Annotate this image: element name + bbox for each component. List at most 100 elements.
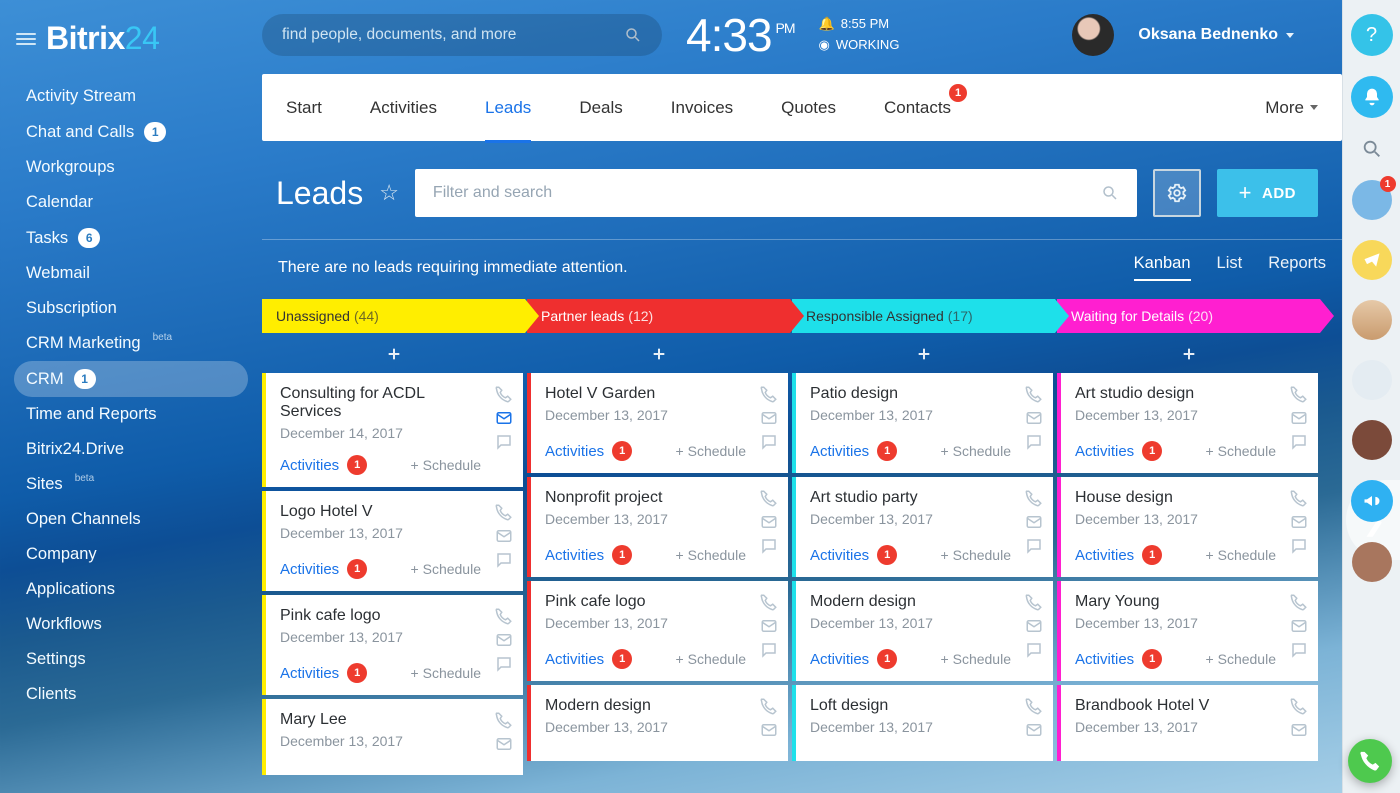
search-icon[interactable]	[1101, 184, 1119, 202]
kanban-card[interactable]: Consulting for ACDL ServicesDecember 14,…	[262, 373, 523, 487]
kanban-card[interactable]: Modern designDecember 13, 2017	[527, 685, 788, 761]
activities-link[interactable]: Activities1	[545, 441, 632, 461]
sidebar-item-time-and-reports[interactable]: Time and Reports	[14, 397, 248, 432]
global-search[interactable]	[262, 14, 662, 56]
search-icon[interactable]	[624, 26, 642, 44]
hamburger-icon[interactable]	[16, 33, 36, 45]
add-lead-button[interactable]: + ADD	[1217, 169, 1318, 217]
dock-contact-3[interactable]	[1352, 300, 1392, 340]
phone-icon[interactable]	[495, 385, 513, 403]
tab-start[interactable]: Start	[286, 76, 322, 140]
kanban-column-header[interactable]: Partner leads (12)	[527, 299, 790, 333]
activities-link[interactable]: Activities1	[1075, 545, 1162, 565]
phone-icon[interactable]	[760, 385, 778, 403]
activities-link[interactable]: Activities1	[810, 545, 897, 565]
sidebar-item-clients[interactable]: Clients	[14, 677, 248, 712]
dock-contact-4[interactable]	[1352, 360, 1392, 400]
sidebar-item-workgroups[interactable]: Workgroups	[14, 150, 248, 185]
schedule-link[interactable]: + Schedule	[676, 547, 746, 563]
filter-input[interactable]	[433, 184, 1101, 202]
schedule-link[interactable]: + Schedule	[1206, 651, 1276, 667]
mail-icon[interactable]	[760, 513, 778, 531]
view-reports[interactable]: Reports	[1268, 254, 1326, 281]
tab-invoices[interactable]: Invoices	[671, 76, 733, 140]
filter-box[interactable]	[415, 169, 1137, 217]
settings-button[interactable]	[1153, 169, 1201, 217]
kanban-card[interactable]: Brandbook Hotel VDecember 13, 2017	[1057, 685, 1318, 761]
schedule-link[interactable]: + Schedule	[1206, 443, 1276, 459]
dock-contact-5[interactable]	[1352, 420, 1392, 460]
activities-link[interactable]: Activities1	[810, 441, 897, 461]
dock-contact-2[interactable]	[1352, 240, 1392, 280]
logo[interactable]: Bitrix24	[46, 20, 159, 57]
phone-icon[interactable]	[1025, 593, 1043, 611]
mail-icon[interactable]	[1290, 721, 1308, 739]
add-card-button[interactable]	[792, 337, 1055, 371]
phone-icon[interactable]	[1025, 697, 1043, 715]
kanban-card[interactable]: House designDecember 13, 2017Activities1…	[1057, 477, 1318, 577]
phone-icon[interactable]	[495, 503, 513, 521]
chat-icon[interactable]	[1290, 641, 1308, 659]
kanban-column-header[interactable]: Responsible Assigned (17)	[792, 299, 1055, 333]
kanban-card[interactable]: Mary YoungDecember 13, 2017Activities1+ …	[1057, 581, 1318, 681]
mail-icon[interactable]	[1025, 409, 1043, 427]
global-search-input[interactable]	[282, 26, 624, 44]
phone-icon[interactable]	[1290, 489, 1308, 507]
phone-icon[interactable]	[1290, 593, 1308, 611]
chat-icon[interactable]	[1290, 537, 1308, 555]
dock-contact-6[interactable]	[1352, 542, 1392, 582]
mail-icon[interactable]	[1290, 617, 1308, 635]
clock[interactable]: 4:33PM	[686, 8, 795, 62]
mail-icon[interactable]	[495, 409, 513, 427]
tab-quotes[interactable]: Quotes	[781, 76, 836, 140]
kanban-card[interactable]: Art studio designDecember 13, 2017Activi…	[1057, 373, 1318, 473]
kanban-column-header[interactable]: Unassigned (44)	[262, 299, 525, 333]
mail-icon[interactable]	[760, 617, 778, 635]
mail-icon[interactable]	[495, 735, 513, 753]
sidebar-item-chat-and-calls[interactable]: Chat and Calls1	[14, 114, 248, 150]
tab-activities[interactable]: Activities	[370, 76, 437, 140]
chat-icon[interactable]	[1290, 433, 1308, 451]
schedule-link[interactable]: + Schedule	[411, 665, 481, 681]
schedule-link[interactable]: + Schedule	[941, 547, 1011, 563]
mail-icon[interactable]	[760, 721, 778, 739]
mail-icon[interactable]	[1025, 617, 1043, 635]
schedule-link[interactable]: + Schedule	[411, 457, 481, 473]
kanban-card[interactable]: Logo Hotel VDecember 13, 2017Activities1…	[262, 491, 523, 591]
kanban-card[interactable]: Pink cafe logoDecember 13, 2017Activitie…	[527, 581, 788, 681]
tab-more[interactable]: More	[1265, 76, 1318, 140]
phone-icon[interactable]	[1025, 489, 1043, 507]
phone-icon[interactable]	[760, 489, 778, 507]
phone-icon[interactable]	[1290, 697, 1308, 715]
chat-icon[interactable]	[760, 641, 778, 659]
activities-link[interactable]: Activities1	[1075, 441, 1162, 461]
view-list[interactable]: List	[1217, 254, 1243, 281]
kanban-card[interactable]: Nonprofit projectDecember 13, 2017Activi…	[527, 477, 788, 577]
star-icon[interactable]: ☆	[379, 180, 399, 206]
mail-icon[interactable]	[1290, 513, 1308, 531]
activities-link[interactable]: Activities1	[280, 455, 367, 475]
add-card-button[interactable]	[262, 337, 525, 371]
kanban-card[interactable]: Pink cafe logoDecember 13, 2017Activitie…	[262, 595, 523, 695]
mail-icon[interactable]	[495, 527, 513, 545]
kanban-card[interactable]: Mary LeeDecember 13, 2017	[262, 699, 523, 775]
sidebar-item-settings[interactable]: Settings	[14, 642, 248, 677]
kanban-card[interactable]: Art studio partyDecember 13, 2017Activit…	[792, 477, 1053, 577]
dock-contact-1[interactable]: 1	[1352, 180, 1392, 220]
kanban-card[interactable]: Modern designDecember 13, 2017Activities…	[792, 581, 1053, 681]
activities-link[interactable]: Activities1	[545, 649, 632, 669]
activities-link[interactable]: Activities1	[810, 649, 897, 669]
kanban-card[interactable]: Patio designDecember 13, 2017Activities1…	[792, 373, 1053, 473]
mail-icon[interactable]	[1025, 513, 1043, 531]
phone-icon[interactable]	[760, 593, 778, 611]
notifications-button[interactable]	[1351, 76, 1393, 118]
sidebar-item-sites[interactable]: Sitesbeta	[14, 467, 248, 502]
chat-icon[interactable]	[495, 551, 513, 569]
sidebar-item-subscription[interactable]: Subscription	[14, 291, 248, 326]
phone-icon[interactable]	[495, 607, 513, 625]
schedule-link[interactable]: + Schedule	[411, 561, 481, 577]
activities-link[interactable]: Activities1	[1075, 649, 1162, 669]
dock-search-icon[interactable]	[1361, 138, 1383, 160]
sidebar-item-workflows[interactable]: Workflows	[14, 607, 248, 642]
schedule-link[interactable]: + Schedule	[941, 651, 1011, 667]
